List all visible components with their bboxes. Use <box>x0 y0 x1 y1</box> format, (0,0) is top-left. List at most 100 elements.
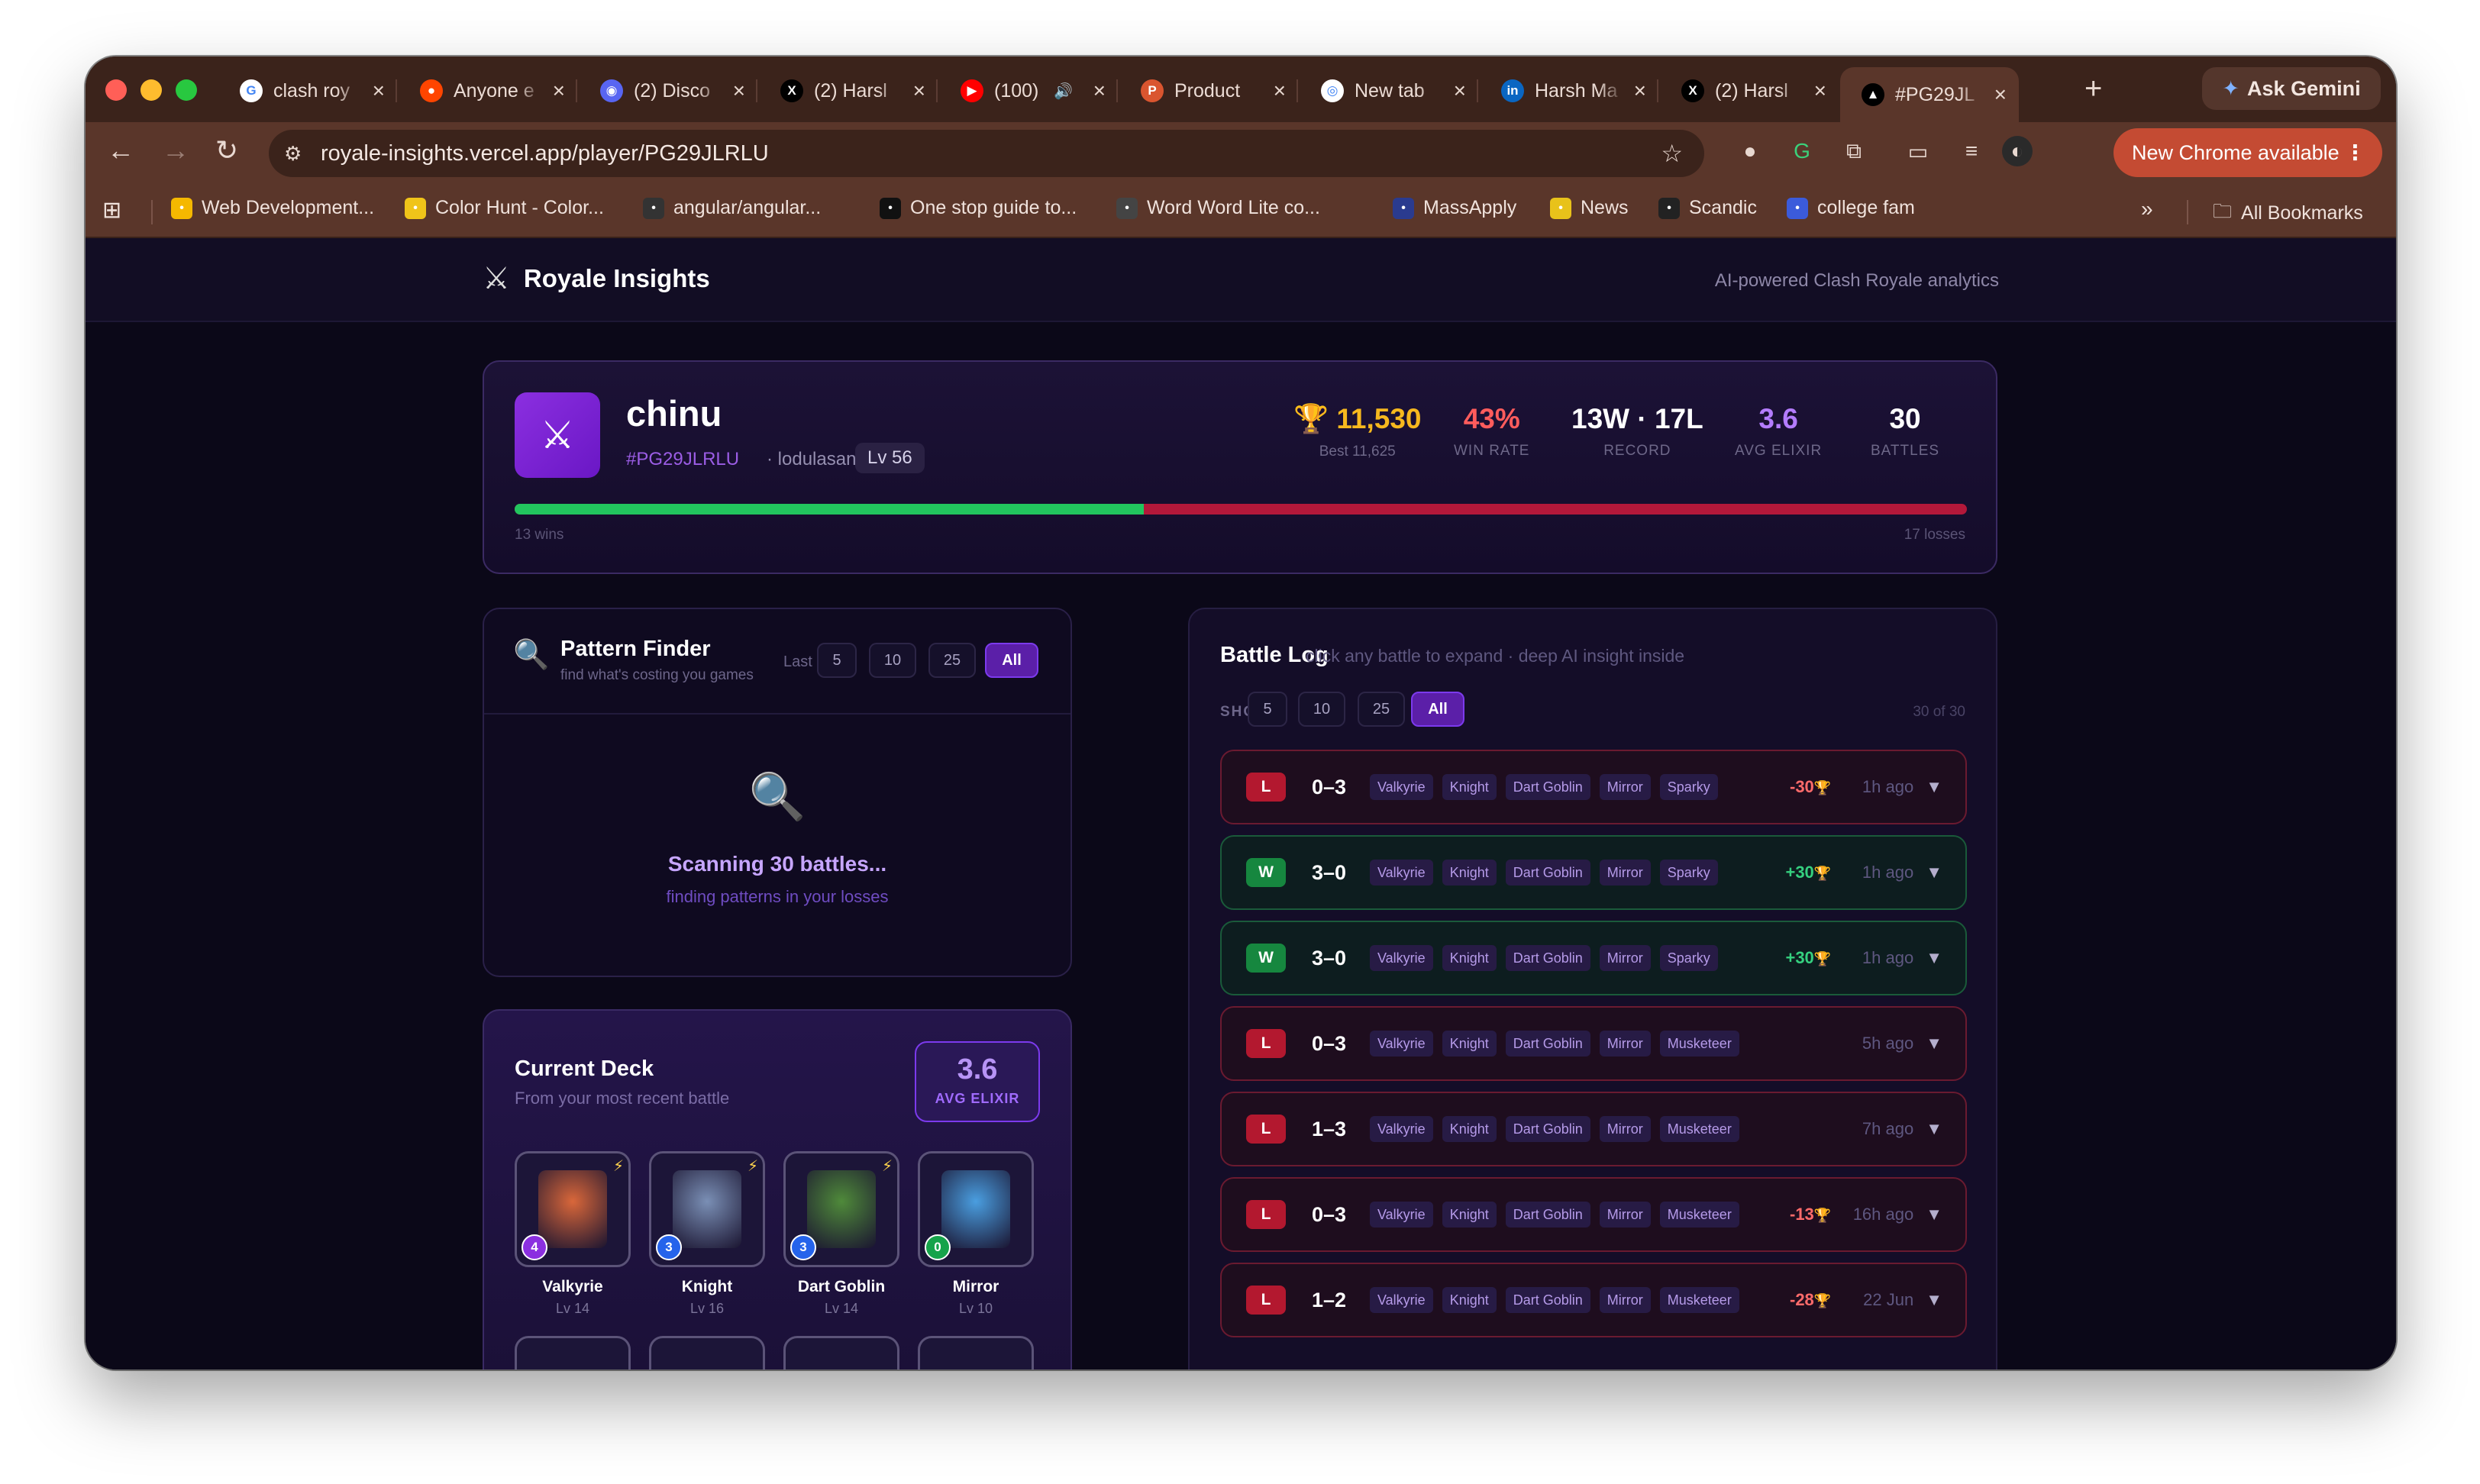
bookmark-item[interactable]: • Web Development... <box>171 197 374 219</box>
bookmark-item[interactable]: • college fam <box>1787 197 1915 219</box>
new-tab-button[interactable]: + <box>2084 72 2102 106</box>
forward-arrow-icon[interactable]: → <box>162 134 189 166</box>
deck-card[interactable]: ⚡ 3 Knight Lv 16 <box>649 1151 765 1317</box>
bookmark-item[interactable]: • One stop guide to... <box>880 197 1077 219</box>
site-info-icon[interactable]: ⚙ <box>284 142 315 166</box>
battle-filter-25[interactable]: 25 <box>1358 692 1405 727</box>
bookmark-item[interactable]: • angular/angular... <box>643 197 821 219</box>
url-text[interactable]: royale-insights.vercel.app/player/PG29JL… <box>321 141 769 166</box>
close-tab-icon[interactable]: × <box>1814 79 1826 103</box>
close-tab-icon[interactable]: × <box>1634 79 1646 103</box>
bookmark-item[interactable]: • Scandic <box>1658 197 1757 219</box>
battle-row[interactable]: L 1–2 Valkyrie Knight Dart Goblin Mirror Muske… <box>1220 1263 1967 1337</box>
new-chrome-available-button[interactable]: New Chrome available ⋮ <box>2113 128 2382 177</box>
browser-tab[interactable]: ● Anyone e × <box>399 67 577 115</box>
minimize-window-button[interactable] <box>140 79 162 101</box>
browser-tab[interactable]: P Product × <box>1119 67 1298 115</box>
expand-chevron-icon[interactable]: ▼ <box>1926 1119 1942 1139</box>
bookmark-star-icon[interactable]: ☆ <box>1661 139 1683 168</box>
close-tab-icon[interactable]: × <box>553 79 565 103</box>
bookmark-item[interactable]: • MassApply <box>1393 197 1516 219</box>
browser-tab[interactable]: in Harsh Ma × <box>1480 67 1658 115</box>
battle-row[interactable]: L 0–3 Valkyrie Knight Dart Goblin Mirror Spark… <box>1220 750 1967 824</box>
card-tag: Knight <box>1442 945 1497 971</box>
extension-icon[interactable]: ● <box>1735 136 1765 166</box>
reload-icon[interactable]: ↻ <box>215 134 238 166</box>
battle-row[interactable]: W 3–0 Valkyrie Knight Dart Goblin Mirror Spark… <box>1220 921 1967 995</box>
bookmark-label: Color Hunt - Color... <box>435 197 604 218</box>
card-tag: Dart Goblin <box>1505 774 1590 800</box>
bookmark-item[interactable]: • News <box>1550 197 1629 219</box>
browser-tab[interactable]: ▶ (100) 🔊 × <box>939 67 1118 115</box>
more-menu-icon[interactable]: ⋮ <box>2345 141 2365 165</box>
player-name: chinu <box>626 393 722 434</box>
close-tab-icon[interactable]: × <box>733 79 745 103</box>
close-tab-icon[interactable]: × <box>1093 79 1106 103</box>
tab-title: #PG29JL <box>1895 83 1975 105</box>
media-control-icon[interactable]: ≡ <box>1956 136 1987 166</box>
pattern-filter-5[interactable]: 5 <box>817 643 857 678</box>
close-tab-icon[interactable]: × <box>913 79 925 103</box>
browser-tab[interactable]: Gclash roy × <box>218 67 397 115</box>
close-tab-icon[interactable]: × <box>1994 82 2007 107</box>
maximize-window-button[interactable] <box>176 79 197 101</box>
browser-tab[interactable]: ◎ New tab × <box>1300 67 1478 115</box>
browser-tab[interactable]: X (2) Harsl × <box>759 67 938 115</box>
close-tab-icon[interactable]: × <box>1454 79 1466 103</box>
tab-title: (2) Harsl <box>1715 79 1788 102</box>
browser-tab[interactable]: X (2) Harsl × <box>1660 67 1839 115</box>
battle-row[interactable]: L 0–3 Valkyrie Knight Dart Goblin Mirror Muske… <box>1220 1006 1967 1081</box>
tab-search-icon[interactable]: ▭ <box>1903 136 1933 166</box>
grammarly-icon[interactable]: G <box>1787 136 1817 166</box>
tab-title: Product <box>1174 79 1241 102</box>
profile-avatar[interactable]: ◐ <box>2002 136 2033 166</box>
expand-chevron-icon[interactable]: ▼ <box>1926 777 1942 797</box>
browser-toolbar: ← → ↻ ⚙ royale-insights.vercel.app/playe… <box>86 122 2396 183</box>
battle-filter-10[interactable]: 10 <box>1298 692 1345 727</box>
apps-grid-icon[interactable]: ⊞ <box>102 197 121 224</box>
card-tag: Mirror <box>1599 1287 1651 1313</box>
battle-row[interactable]: W 3–0 Valkyrie Knight Dart Goblin Mirror Spark… <box>1220 835 1967 910</box>
extensions-puzzle-icon[interactable]: ⧉ <box>1839 136 1869 166</box>
pattern-filter-10[interactable]: 10 <box>869 643 916 678</box>
card-tag: Valkyrie <box>1370 1287 1433 1313</box>
back-arrow-icon[interactable]: ← <box>107 134 134 166</box>
bookmark-item[interactable]: • Color Hunt - Color... <box>405 197 604 219</box>
deck-card[interactable]: ⚡ 4 Valkyrie Lv 14 <box>515 1151 631 1317</box>
more-bookmarks-icon[interactable]: » <box>2141 197 2153 221</box>
win-loss-bar-fill <box>515 504 1145 515</box>
x-icon: X <box>1681 79 1704 102</box>
close-tab-icon[interactable]: × <box>1274 79 1286 103</box>
close-window-button[interactable] <box>105 79 127 101</box>
deck-card-slot[interactable] <box>918 1336 1034 1369</box>
browser-tab[interactable]: ◉ (2) Disco × <box>579 67 757 115</box>
ask-gemini-button[interactable]: ✦ Ask Gemini <box>2202 67 2381 110</box>
deck-card-slot[interactable] <box>515 1336 631 1369</box>
last-label: Last <box>783 653 812 670</box>
expand-chevron-icon[interactable]: ▼ <box>1926 1290 1942 1310</box>
deck-card-slot[interactable] <box>783 1336 899 1369</box>
brand-logo[interactable]: ⚔ Royale Insights <box>483 261 710 296</box>
win-rate-value: 43% <box>1463 403 1520 434</box>
card-tag: Valkyrie <box>1370 774 1433 800</box>
deck-card-slot[interactable] <box>649 1336 765 1369</box>
deck-card[interactable]: ⚡ 3 Dart Goblin Lv 14 <box>783 1151 899 1317</box>
browser-tab[interactable]: ▲ #PG29JL × <box>1840 67 2019 122</box>
battle-row[interactable]: L 0–3 Valkyrie Knight Dart Goblin Mirror Muske… <box>1220 1177 1967 1252</box>
all-bookmarks-button[interactable]: 🗀 All Bookmarks <box>2213 197 2363 230</box>
pattern-filter-all[interactable]: All <box>985 643 1038 678</box>
expand-chevron-icon[interactable]: ▼ <box>1926 1034 1942 1053</box>
deck-card[interactable]: 0 Mirror Lv 10 <box>918 1151 1034 1317</box>
pattern-filter-25[interactable]: 25 <box>928 643 976 678</box>
card-tag: Valkyrie <box>1370 860 1433 886</box>
battle-filter-all[interactable]: All <box>1411 692 1464 727</box>
expand-chevron-icon[interactable]: ▼ <box>1926 948 1942 968</box>
battle-row[interactable]: L 1–3 Valkyrie Knight Dart Goblin Mirror Muske… <box>1220 1092 1967 1166</box>
bookmark-item[interactable]: • Word Word Lite co... <box>1116 197 1320 219</box>
bookmark-favicon-icon: • <box>643 197 664 219</box>
address-bar[interactable]: ⚙ royale-insights.vercel.app/player/PG29… <box>269 130 1704 177</box>
expand-chevron-icon[interactable]: ▼ <box>1926 1205 1942 1224</box>
battle-filter-5[interactable]: 5 <box>1248 692 1287 727</box>
expand-chevron-icon[interactable]: ▼ <box>1926 863 1942 882</box>
close-tab-icon[interactable]: × <box>373 79 385 103</box>
